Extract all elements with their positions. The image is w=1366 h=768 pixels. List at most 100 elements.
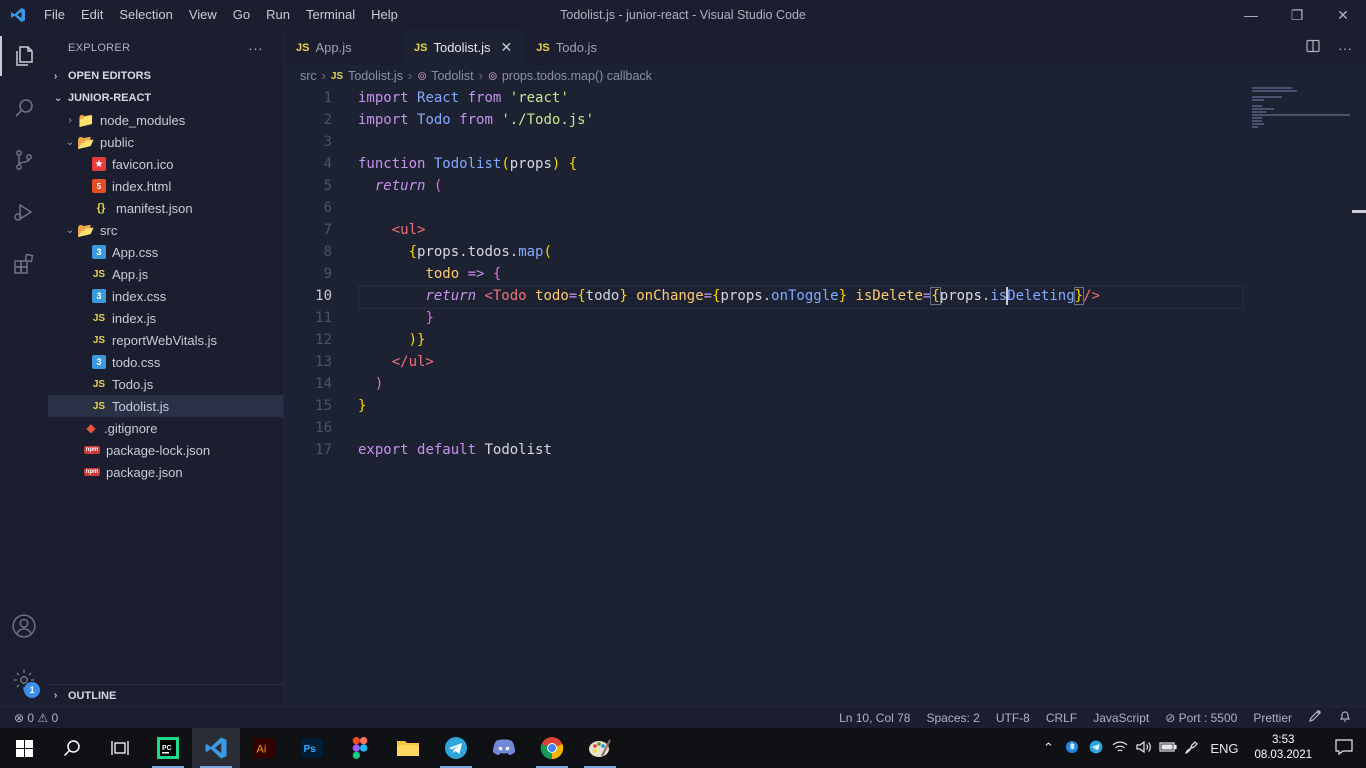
- chevron-right-icon: ›: [68, 114, 72, 126]
- menu-run[interactable]: Run: [258, 0, 298, 30]
- cursor-position[interactable]: Ln 10, Col 78: [839, 711, 910, 725]
- tree-item[interactable]: npm package-lock.json: [48, 439, 283, 461]
- tree-item[interactable]: 3 todo.css: [48, 351, 283, 373]
- taskbar-search-button[interactable]: [48, 728, 96, 768]
- tree-item[interactable]: JS reportWebVitals.js: [48, 329, 283, 351]
- tree-item-label: public: [100, 134, 134, 150]
- project-section[interactable]: ⌄ JUNIOR-REACT: [48, 87, 283, 109]
- svg-text:Ai: Ai: [257, 744, 267, 756]
- taskbar-chrome[interactable]: [528, 728, 576, 768]
- telegram-tray-icon[interactable]: [1084, 740, 1108, 757]
- tab-todolist-js[interactable]: JS Todolist.js ✕: [402, 30, 525, 65]
- breadcrumb-folder[interactable]: src: [300, 69, 317, 83]
- taskbar-photoshop[interactable]: Ps: [288, 728, 336, 768]
- source-control-activity[interactable]: [0, 134, 48, 186]
- tree-item[interactable]: JS Todo.js: [48, 373, 283, 395]
- breadcrumb-separator: ›: [478, 69, 483, 83]
- account-icon: [12, 614, 36, 638]
- menu-view[interactable]: View: [181, 0, 225, 30]
- line-ending[interactable]: CRLF: [1046, 711, 1077, 725]
- tree-item[interactable]: JS Todolist.js: [48, 395, 283, 417]
- menu-go[interactable]: Go: [225, 0, 258, 30]
- minimize-button[interactable]: —: [1228, 0, 1274, 30]
- line-number: 12: [315, 332, 332, 348]
- restore-button[interactable]: ❐: [1274, 0, 1320, 30]
- breadcrumb-symbol[interactable]: Todolist: [431, 69, 473, 83]
- problems-indicator[interactable]: ⊗ 0 ⚠ 0: [14, 711, 58, 725]
- pen-icon[interactable]: [1180, 739, 1204, 758]
- wifi-icon[interactable]: [1108, 740, 1132, 757]
- search-activity[interactable]: [0, 82, 48, 134]
- taskbar-telegram[interactable]: [432, 728, 480, 768]
- input-language[interactable]: ENG: [1204, 741, 1244, 756]
- line-number: 16: [315, 420, 332, 436]
- breadcrumb-symbol[interactable]: props.todos.map() callback: [502, 69, 652, 83]
- tab-app-js[interactable]: JS App.js: [284, 30, 402, 65]
- run-debug-activity[interactable]: [0, 186, 48, 238]
- menu-selection[interactable]: Selection: [111, 0, 180, 30]
- taskbar-vscode[interactable]: [192, 728, 240, 768]
- tree-item[interactable]: 5 index.html: [48, 175, 283, 197]
- more-icon[interactable]: ···: [1338, 40, 1352, 56]
- outline-section[interactable]: › OUTLINE: [48, 684, 284, 706]
- js-file-icon: JS: [92, 268, 106, 280]
- minimap[interactable]: [1252, 87, 1352, 147]
- tree-item[interactable]: JS index.js: [48, 307, 283, 329]
- live-server-port[interactable]: ⊘ Port : 5500: [1165, 711, 1237, 725]
- status-bar: ⊗ 0 ⚠ 0 Ln 10, Col 78 Spaces: 2 UTF-8 CR…: [0, 706, 1366, 728]
- feedback-icon[interactable]: [1308, 709, 1322, 726]
- task-view-button[interactable]: [96, 728, 144, 768]
- manage-activity[interactable]: 1: [0, 654, 48, 706]
- breadcrumb-file[interactable]: Todolist.js: [348, 69, 403, 83]
- menu-terminal[interactable]: Terminal: [298, 0, 363, 30]
- taskbar-pycharm[interactable]: PC: [144, 728, 192, 768]
- menu-edit[interactable]: Edit: [73, 0, 111, 30]
- taskbar-illustrator[interactable]: Ai: [240, 728, 288, 768]
- code-line: 7 <ul>: [284, 219, 1366, 241]
- indentation[interactable]: Spaces: 2: [926, 711, 979, 725]
- clock[interactable]: 3:53 08.03.2021: [1244, 733, 1322, 763]
- open-editors-section[interactable]: › OPEN EDITORS: [48, 65, 283, 87]
- chevron-up-icon[interactable]: ⌃: [1036, 740, 1060, 756]
- tree-item[interactable]: ◆ .gitignore: [48, 417, 283, 439]
- tree-item[interactable]: JS App.js: [48, 263, 283, 285]
- close-tab-icon[interactable]: ✕: [501, 39, 513, 56]
- menu-file[interactable]: File: [36, 0, 73, 30]
- tab-todo-js[interactable]: JS Todo.js: [524, 30, 642, 65]
- vscode-icon: [205, 737, 227, 759]
- extensions-activity[interactable]: [0, 238, 48, 290]
- tree-item[interactable]: 3 App.css: [48, 241, 283, 263]
- clock-time: 3:53: [1272, 734, 1295, 746]
- menu-help[interactable]: Help: [363, 0, 406, 30]
- tree-item[interactable]: › 📁 node_modules: [48, 109, 283, 131]
- scrollbar-position[interactable]: [1352, 210, 1366, 213]
- formatter[interactable]: Prettier: [1253, 711, 1292, 725]
- notifications-icon[interactable]: [1338, 709, 1352, 726]
- taskbar-figma[interactable]: [336, 728, 384, 768]
- explorer-activity[interactable]: [0, 30, 48, 82]
- more-actions-button[interactable]: ···: [248, 40, 263, 56]
- accounts-activity[interactable]: [0, 600, 48, 652]
- line-number: 11: [315, 310, 332, 326]
- language-mode[interactable]: JavaScript: [1093, 711, 1149, 725]
- taskbar-paint[interactable]: [576, 728, 624, 768]
- bluetooth-icon[interactable]: [1060, 740, 1084, 757]
- taskbar-file-explorer[interactable]: [384, 728, 432, 768]
- tree-item[interactable]: npm package.json: [48, 461, 283, 483]
- tree-item[interactable]: {} manifest.json: [48, 197, 283, 219]
- notification-center-icon[interactable]: [1322, 738, 1366, 758]
- split-editor-icon[interactable]: [1306, 39, 1320, 56]
- battery-icon[interactable]: [1156, 741, 1180, 756]
- source-control-icon: [16, 150, 32, 170]
- tree-item-label: manifest.json: [116, 200, 193, 216]
- start-button[interactable]: [0, 728, 48, 768]
- tree-item[interactable]: ★ favicon.ico: [48, 153, 283, 175]
- code-editor[interactable]: 1 import React from 'react' 2 import Todo …: [284, 87, 1366, 706]
- tree-item[interactable]: ⌄ 📂 src: [48, 219, 283, 241]
- taskbar-discord[interactable]: [480, 728, 528, 768]
- encoding[interactable]: UTF-8: [996, 711, 1030, 725]
- close-window-button[interactable]: ✕: [1320, 0, 1366, 30]
- tree-item[interactable]: 3 index.css: [48, 285, 283, 307]
- volume-icon[interactable]: [1132, 740, 1156, 757]
- tree-item[interactable]: ⌄ 📂 public: [48, 131, 283, 153]
